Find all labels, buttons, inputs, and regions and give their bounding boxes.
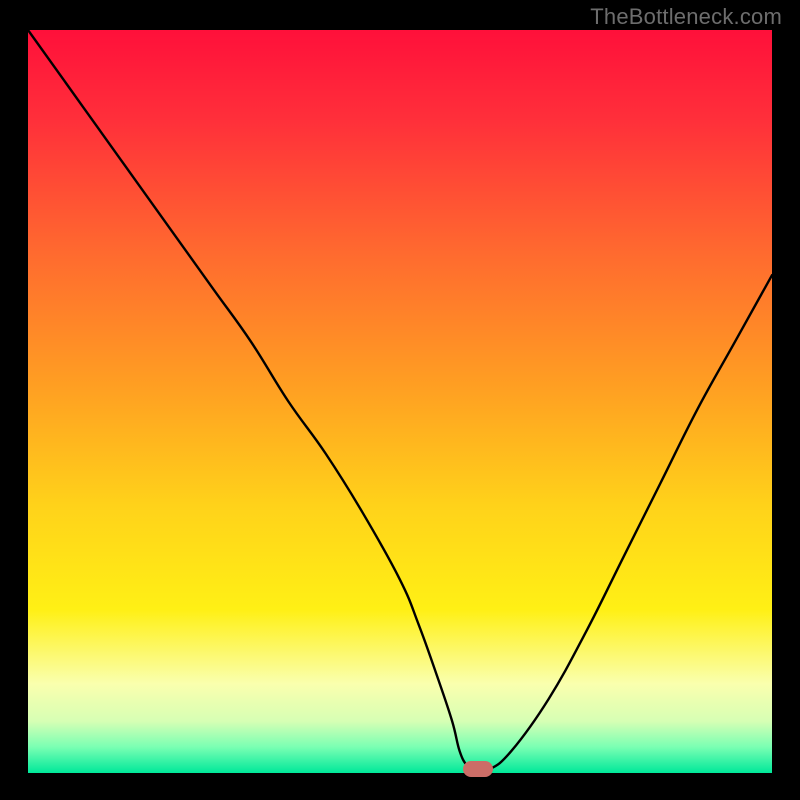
bottleneck-chart [28,30,772,773]
minimum-marker [463,761,493,777]
gradient-background [28,30,772,773]
watermark-text: TheBottleneck.com [590,4,782,30]
chart-frame: TheBottleneck.com [0,0,800,800]
